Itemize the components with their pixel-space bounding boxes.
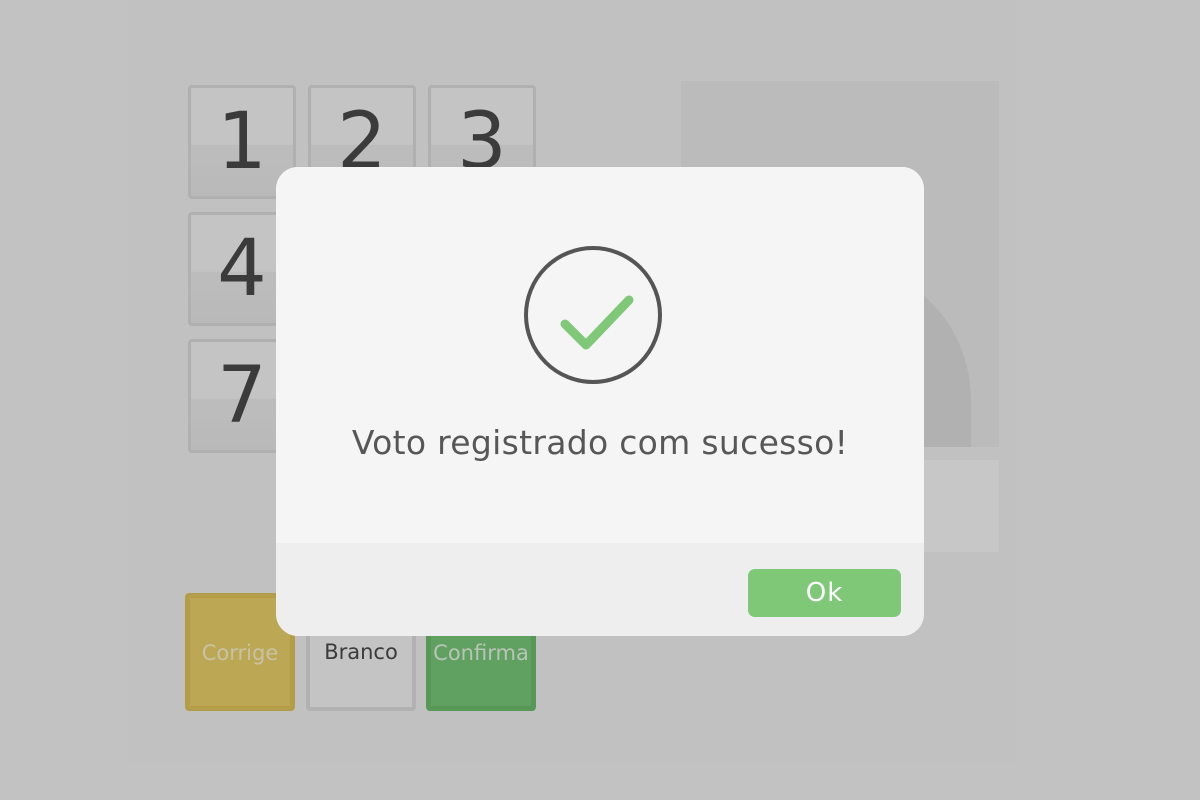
check-circle-icon <box>524 246 662 384</box>
dialog-body: Voto registrado com sucesso! <box>276 167 924 543</box>
success-dialog: Voto registrado com sucesso! Ok <box>276 167 924 636</box>
dialog-message: Voto registrado com sucesso! <box>351 423 849 462</box>
ok-button[interactable]: Ok <box>748 569 901 617</box>
dialog-footer: Ok <box>276 543 924 636</box>
voting-screen: 1 2 3 4 7 Corrige Branco Confirma Voto r… <box>0 0 1200 800</box>
checkmark-icon <box>560 295 634 350</box>
